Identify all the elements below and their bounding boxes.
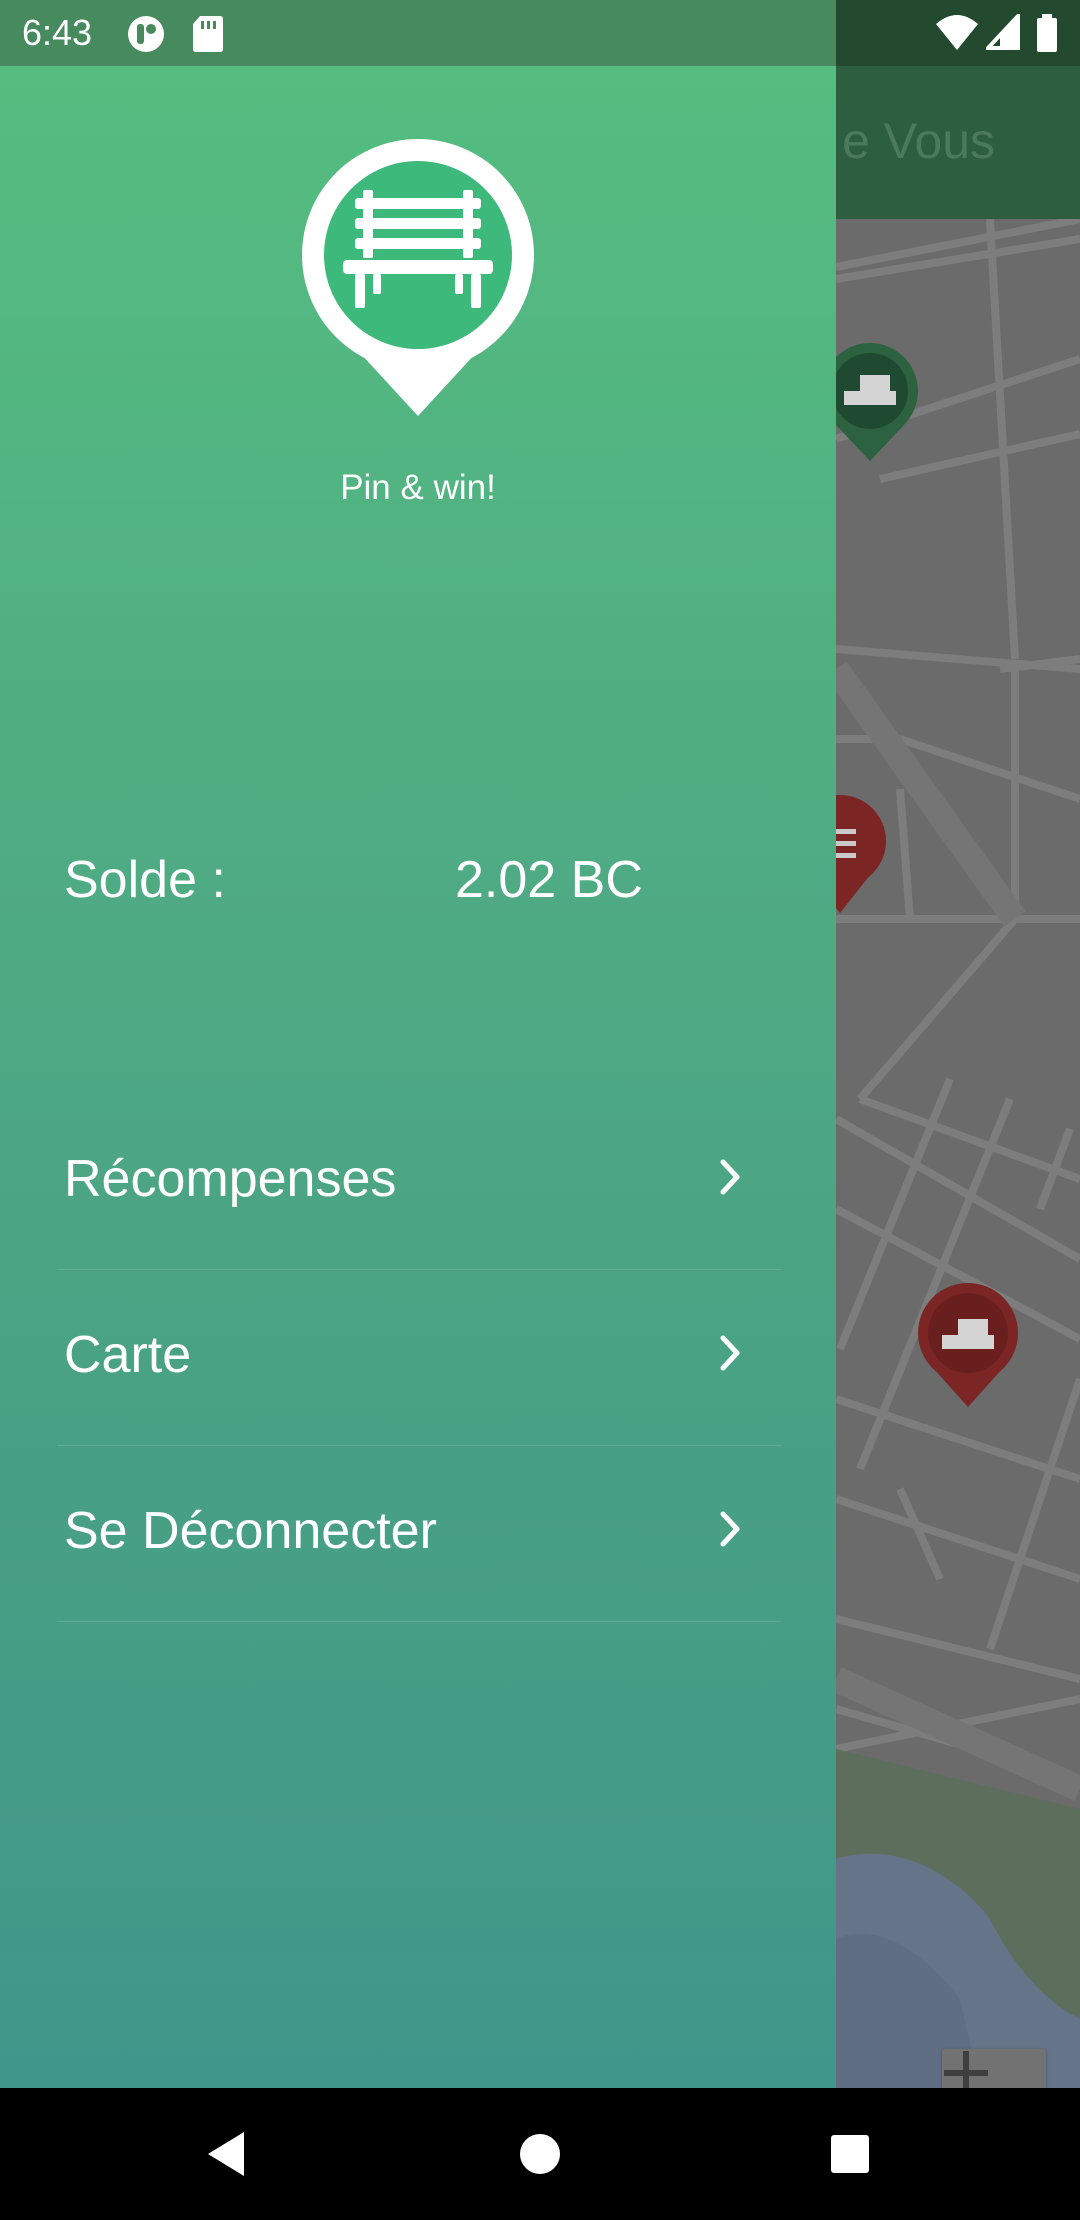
menu-item-recompenses[interactable]: Récompenses bbox=[57, 1094, 781, 1270]
back-triangle-icon bbox=[208, 2132, 244, 2176]
home-button[interactable] bbox=[440, 2088, 640, 2220]
app-tagline: Pin & win! bbox=[340, 468, 496, 507]
balance-label: Solde : bbox=[64, 851, 226, 909]
menu-item-label: Se Déconnecter bbox=[64, 1502, 437, 1560]
wifi-icon bbox=[936, 15, 978, 50]
chevron-right-icon bbox=[720, 1511, 740, 1547]
balance-value: 2.02 BC bbox=[455, 851, 643, 909]
cell-signal-icon bbox=[986, 14, 1020, 50]
chevron-right-icon bbox=[720, 1335, 740, 1371]
menu-item-label: Récompenses bbox=[64, 1150, 397, 1208]
map-pin-red bbox=[918, 1283, 1018, 1407]
menu-item-logout[interactable]: Se Déconnecter bbox=[57, 1446, 781, 1622]
recents-button[interactable] bbox=[750, 2088, 950, 2220]
home-circle-icon bbox=[520, 2134, 560, 2174]
status-bar: 6:43 bbox=[0, 0, 1080, 66]
sd-card-icon bbox=[193, 16, 223, 52]
zoom-controls bbox=[942, 2049, 1046, 2088]
status-time: 6:43 bbox=[22, 12, 93, 53]
plus-icon bbox=[944, 2051, 988, 2088]
system-nav-bar bbox=[0, 2088, 1080, 2220]
recents-square-icon bbox=[831, 2135, 869, 2173]
app-notification-icon bbox=[128, 16, 164, 52]
bench-pin-logo-icon bbox=[302, 139, 534, 416]
navigation-drawer: Pin & win! Solde : 2.02 BC Récompenses C… bbox=[0, 66, 836, 2088]
chevron-right-icon bbox=[720, 1159, 740, 1195]
map-pin-green bbox=[822, 343, 918, 461]
zoom-in-button[interactable] bbox=[942, 2049, 1046, 2088]
menu-item-label: Carte bbox=[64, 1326, 192, 1384]
back-button[interactable] bbox=[126, 2088, 326, 2220]
battery-icon bbox=[1037, 14, 1057, 52]
menu-item-carte[interactable]: Carte bbox=[57, 1270, 781, 1446]
